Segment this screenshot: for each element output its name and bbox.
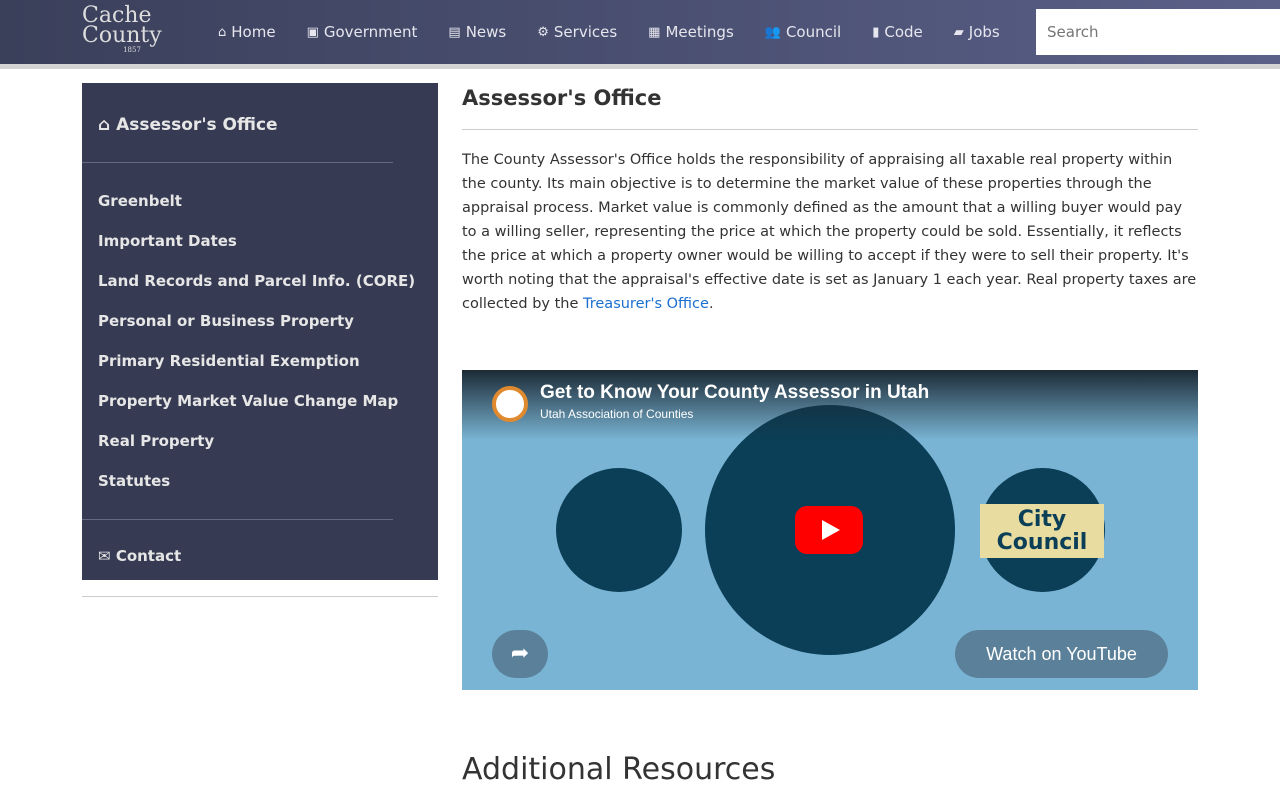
nav-code[interactable]: ▮ Code: [872, 23, 923, 41]
nav-divider: [0, 64, 1280, 69]
nav-home[interactable]: ⌂ Home: [218, 23, 276, 41]
newspaper-icon: ▤: [448, 24, 461, 40]
logo[interactable]: Cache County 1857: [82, 3, 182, 55]
nav-label: Government: [323, 23, 418, 41]
video-header: [462, 370, 1198, 440]
video-title[interactable]: Get to Know Your County Assessor in Utah: [540, 382, 929, 404]
nav-meetings[interactable]: ▦ Meetings: [648, 23, 734, 41]
nav-label: Meetings: [665, 23, 734, 41]
sidebar-title[interactable]: ⌂ Assessor's Office: [82, 83, 438, 162]
additional-resources-heading: Additional Resources: [462, 752, 776, 787]
sidebar-item[interactable]: Personal or Business Property: [82, 301, 438, 341]
top-nav: Cache County 1857 ⌂ Home ▣ Government ▤ News ⚙ S…: [0, 0, 1280, 64]
nav-news[interactable]: ▤ News: [448, 23, 506, 41]
logo-text: Cache County: [82, 3, 162, 48]
intro-paragraph: The County Assessor's Office holds the r…: [462, 148, 1198, 316]
sidebar-item[interactable]: Primary Residential Exemption: [82, 341, 438, 381]
nav-label: Council: [785, 23, 842, 41]
sidebar-item[interactable]: Important Dates: [82, 221, 438, 261]
city-council-badge: City Council: [980, 504, 1104, 558]
sidebar-contact[interactable]: ✉ Contact: [82, 520, 438, 592]
nav-label: Home: [231, 23, 276, 41]
nav-label: News: [465, 23, 507, 41]
sidebar-list: Greenbelt Important Dates Land Records and…: [82, 163, 438, 519]
home-icon: ⌂: [218, 24, 227, 40]
gear-icon: ⚙: [537, 24, 549, 40]
nav-services[interactable]: ⚙ Services: [537, 23, 617, 41]
watch-on-youtube-button[interactable]: Watch on YouTube: [955, 630, 1168, 678]
courthouse-illustration: [556, 468, 682, 592]
sidebar-item[interactable]: Land Records and Parcel Info. (CORE): [82, 261, 438, 301]
search-input[interactable]: [1036, 9, 1280, 55]
briefcase-icon: ▰: [953, 24, 964, 40]
sidebar-title-text: Assessor's Office: [116, 115, 278, 135]
intro-text: The County Assessor's Office holds the r…: [462, 152, 1197, 312]
nav-council[interactable]: 👥 Council: [765, 23, 841, 41]
main-menu: ⌂ Home ▣ Government ▤ News ⚙ Services ▦ Meetings 👥…: [218, 0, 1000, 64]
period: .: [708, 296, 714, 312]
divider: [82, 596, 438, 597]
address-book-icon: ▣: [306, 24, 319, 40]
users-icon: 👥: [764, 24, 781, 40]
contact-label: Contact: [115, 547, 182, 565]
nav-label: Services: [553, 23, 618, 41]
nav-label: Jobs: [968, 23, 1000, 41]
sidebar-item[interactable]: Property Market Value Change Map: [82, 381, 438, 421]
channel-avatar[interactable]: [492, 386, 528, 422]
nav-government[interactable]: ▣ Government: [307, 23, 418, 41]
treasurer-link[interactable]: Treasurer's Office: [583, 296, 709, 312]
sidebar: ⌂ Assessor's Office Greenbelt Important D…: [82, 83, 438, 580]
play-button[interactable]: [795, 506, 863, 554]
envelope-icon: ✉: [98, 547, 111, 565]
calendar-icon: ▦: [648, 24, 661, 40]
video-channel[interactable]: Utah Association of Counties: [540, 407, 693, 421]
main-content: Assessor's Office The County Assessor's …: [462, 83, 1198, 690]
sidebar-item[interactable]: Statutes: [82, 461, 438, 501]
home-icon: ⌂: [98, 115, 111, 135]
book-icon: ▮: [872, 24, 880, 40]
sidebar-item[interactable]: Greenbelt: [82, 181, 438, 221]
divider: [462, 129, 1198, 130]
nav-label: Code: [884, 23, 923, 41]
nav-jobs[interactable]: ▰ Jobs: [954, 23, 1000, 41]
sidebar-item[interactable]: Real Property: [82, 421, 438, 461]
page-title: Assessor's Office: [462, 86, 662, 110]
share-icon[interactable]: ➦: [492, 630, 548, 678]
youtube-embed[interactable]: City Council Get to Know Your County Ass…: [462, 370, 1198, 690]
